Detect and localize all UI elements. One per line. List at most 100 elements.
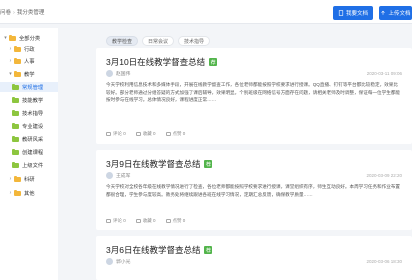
post-card[interactable]: 3月6日在线教学督查总结荐 郭小光 2020-03-06 18:30 [96,236,412,280]
folder-icon [12,83,19,90]
share-doc-button[interactable]: 我要文档 [333,6,373,20]
post-title-text: 3月10日在线教学督查总结 [106,57,206,67]
folder-icon [14,175,21,182]
breadcrumb-separator: › [13,10,15,16]
filter-tabs: 教学检查 日常会议 技术指导 [106,36,211,46]
category-sidebar: ▾ 全部分类 › 行政 › 人事 ▾ 教学 常规管理 技能教学 技术指导 专业建设 教研… [0,28,58,280]
tree-item-label: 教研风采 [22,137,44,143]
tree-item-label: 其他 [24,191,35,197]
tree-item-course[interactable]: 创建课程 [12,148,43,156]
post-author: 王成军 [106,172,130,179]
main-content: 教学检查 日常会议 技术指导 3月10日在线教学督查总结荐 赵国伟 2020-0… [96,30,412,280]
post-date: 2020-03-06 18:30 [366,259,402,264]
tree-item-hr[interactable]: › 人事 [8,57,35,65]
folder-icon [12,135,19,142]
tree-item-research-style[interactable]: 教研风采 [12,135,43,143]
tree-item-other[interactable]: › 其他 [8,189,35,197]
post-author: 赵国伟 [106,70,130,77]
avatar [106,172,113,179]
favorite-count: 收藏 0 [142,218,156,223]
tree-item-label: 常规管理 [22,85,44,91]
author-name: 王成军 [116,174,131,179]
post-title[interactable]: 3月9日在线教学督查总结荐 [106,158,213,170]
avatar [106,258,113,265]
post-title-text: 3月9日在线教学督查总结 [106,159,201,169]
tab-teaching-check[interactable]: 教学检查 [106,36,139,46]
chevron-right-icon: › [9,176,12,182]
author-name: 赵国伟 [116,72,131,77]
comment-stat[interactable]: 评论 0 [106,218,126,224]
post-stats: 评论 0 收藏 0 点赞 0 [106,218,185,224]
breadcrumb-home[interactable]: 问卷 [0,10,11,16]
tree-item-label: 行政 [24,47,35,53]
chevron-right-icon: › [9,190,12,196]
post-title[interactable]: 3月10日在线教学督查总结荐 [106,56,218,68]
folder-icon [12,148,19,155]
top-bar: 问卷 › 我分类管理 我要文档 上传文档 [0,0,412,24]
tree-item-skill[interactable]: 技能教学 [12,96,43,104]
favorite-count: 收藏 0 [142,131,156,136]
post-card[interactable]: 3月9日在线教学督查总结荐 王成军 2020-03-09 22:20 今天学校对… [96,150,412,230]
tab-daily-meeting[interactable]: 日常会议 [142,36,175,46]
upload-icon [381,10,386,15]
comment-count: 评论 0 [113,218,126,223]
tree-item-all[interactable]: ▾ 全部分类 [3,34,40,42]
like-stat[interactable]: 点赞 0 [165,218,186,224]
comment-stat[interactable]: 评论 0 [106,131,126,137]
tree-item-label: 上级文件 [22,163,44,169]
tree-item-label: 技术指导 [22,111,44,117]
favorite-stat[interactable]: 收藏 0 [135,131,156,137]
thumb-icon [165,219,171,223]
chevron-right-icon: › [9,46,12,52]
recommend-badge: 荐 [209,58,218,66]
folder-icon [9,34,16,41]
favorite-stat[interactable]: 收藏 0 [135,218,156,224]
tree-item-label: 全部分类 [19,36,41,42]
tree-item-tech[interactable]: 技术指导 [12,109,43,117]
folder-icon [14,57,21,64]
post-stats: 评论 0 收藏 0 点赞 0 [106,131,185,137]
avatar [106,70,113,77]
tree-item-label: 创建课程 [22,150,44,156]
like-stat[interactable]: 点赞 0 [165,131,186,137]
tab-tech-guide[interactable]: 技术指导 [178,36,211,46]
tree-item-major[interactable]: 专业建设 [12,122,43,130]
tree-item-label: 技能教学 [22,98,44,104]
recommend-badge: 荐 [204,160,213,168]
like-count: 点赞 0 [172,131,186,136]
post-date: 2020-03-09 22:20 [366,173,402,178]
upload-doc-button[interactable]: 上传文档 [379,6,412,20]
post-date: 2020-03-11 09:06 [366,71,402,76]
doc-icon [338,10,344,16]
post-summary: 今天学校对全校各年级在线教学情况进行了检查，各位老师都能按照学校要求进行授课，课… [106,184,401,197]
tree-item-label: 人事 [24,59,35,65]
post-title[interactable]: 3月6日在线教学督查总结荐 [106,244,213,256]
folder-icon [12,96,19,103]
tree-item-label: 教学 [24,72,35,78]
tree-item-routine[interactable]: 常规管理 [0,82,58,92]
share-doc-label: 我要文档 [345,11,368,17]
tree-item-upper-file[interactable]: 上级文件 [12,161,43,169]
author-name: 郭小光 [116,260,131,265]
tree-item-teaching[interactable]: ▾ 教学 [8,70,35,78]
comment-icon [106,132,111,136]
tree-item-research[interactable]: › 科研 [8,175,35,183]
folder-icon [12,161,19,168]
tree-item-label: 专业建设 [22,124,44,130]
chevron-right-icon: › [9,58,12,64]
comment-count: 评论 0 [113,131,126,136]
post-summary: 今天学校利用信息技术和多媒体手段，开展在线教学督查工作，各位老师都能按照学校要求… [106,82,401,103]
post-title-text: 3月6日在线教学督查总结 [106,245,201,255]
post-author: 郭小光 [106,258,130,265]
breadcrumb: 问卷 › 我分类管理 [0,8,44,16]
thumb-icon [165,132,171,136]
tree-item-admin[interactable]: › 行政 [8,45,35,53]
folder-icon [14,189,21,196]
like-count: 点赞 0 [172,218,186,223]
star-icon [135,219,141,223]
breadcrumb-current: 我分类管理 [16,10,45,16]
folder-icon [14,70,21,77]
folder-icon [12,122,19,129]
post-card[interactable]: 3月10日在线教学督查总结荐 赵国伟 2020-03-11 09:06 今天学校… [96,48,412,144]
recommend-badge: 荐 [204,246,213,254]
